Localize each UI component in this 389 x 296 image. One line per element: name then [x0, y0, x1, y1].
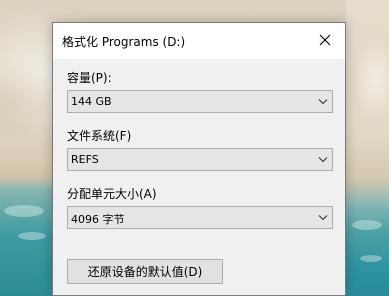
- filesystem-dropdown[interactable]: REFS: [67, 148, 333, 171]
- capacity-value: 144 GB: [71, 95, 112, 108]
- close-button[interactable]: [305, 23, 345, 57]
- desktop-wallpaper-right: [346, 0, 389, 296]
- chevron-down-icon: [318, 156, 328, 163]
- wallpaper-foam: [18, 232, 46, 240]
- filesystem-value: REFS: [71, 153, 99, 166]
- capacity-dropdown[interactable]: 144 GB: [67, 90, 333, 113]
- allocation-dropdown[interactable]: 4096 字节: [67, 206, 333, 229]
- close-icon: [319, 34, 331, 46]
- dialog-title: 格式化 Programs (D:): [62, 35, 186, 49]
- filesystem-label: 文件系统(F): [67, 129, 132, 143]
- format-dialog: 格式化 Programs (D:) 容量(P): 144 GB 文件系统(F) …: [52, 22, 346, 296]
- capacity-label: 容量(P):: [67, 71, 112, 85]
- wallpaper-foam: [352, 220, 382, 230]
- allocation-value: 4096 字节: [71, 213, 125, 226]
- restore-defaults-button[interactable]: 还原设备的默认值(D): [67, 259, 223, 284]
- allocation-label: 分配单元大小(A): [67, 187, 157, 201]
- wallpaper-foam: [4, 205, 44, 217]
- chevron-down-icon: [318, 214, 328, 221]
- chevron-down-icon: [318, 98, 328, 105]
- dialog-titlebar[interactable]: 格式化 Programs (D:): [53, 23, 345, 59]
- wallpaper-foam: [360, 255, 382, 262]
